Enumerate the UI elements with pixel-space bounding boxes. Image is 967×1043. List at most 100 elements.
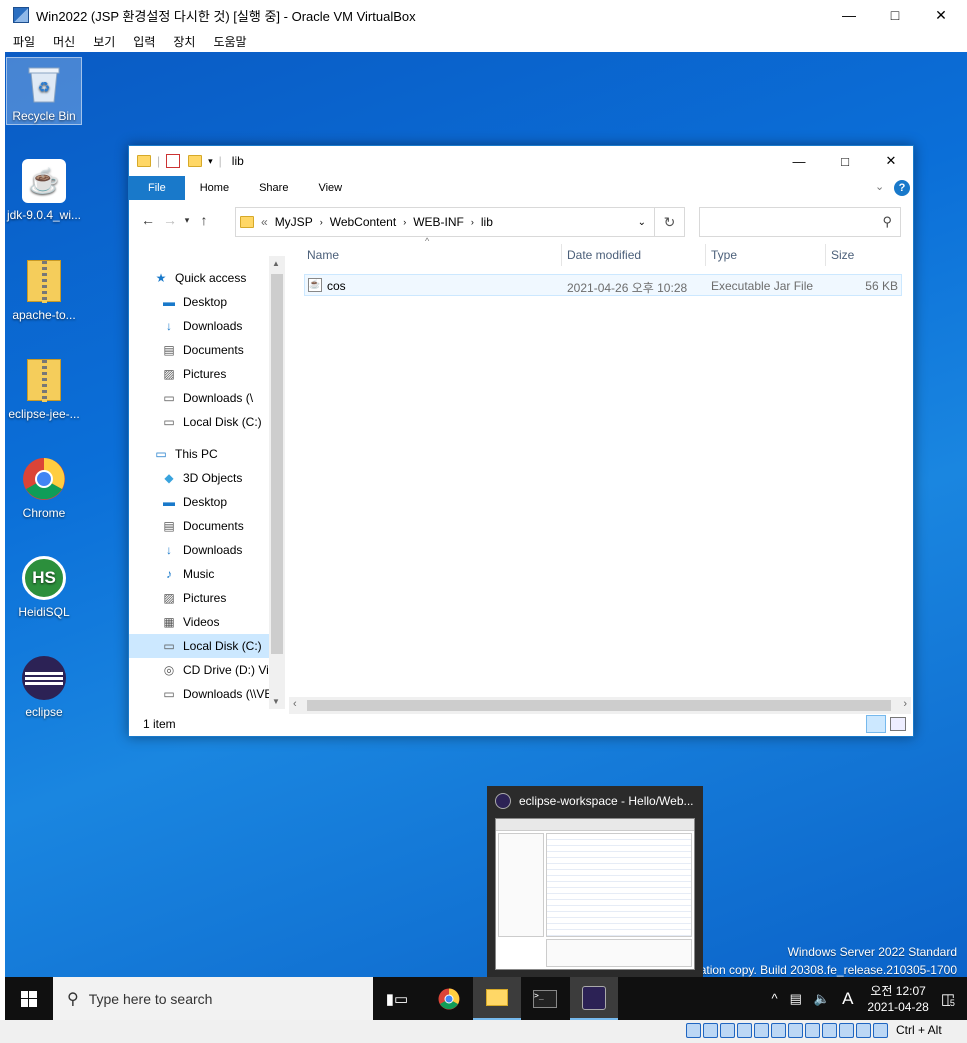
menu-view[interactable]: 보기 [93, 33, 115, 50]
nav-item-pictures[interactable]: ▨Pictures📌 [129, 362, 285, 386]
address-bar[interactable]: « MyJSP › WebContent › WEB-INF › lib ⌄ [235, 207, 655, 237]
nav-item-cd-drive-d-vir[interactable]: ◎ CD Drive (D:) Vir [129, 658, 285, 682]
clock[interactable]: 오전 12:07 2021-04-28 [867, 983, 928, 1015]
horizontal-scrollbar[interactable]: ‹ › [289, 697, 911, 714]
nav-item-this-pc[interactable]: ▭ This PC [129, 442, 285, 466]
nav-item-3d-objects[interactable]: ◆ 3D Objects [129, 466, 285, 490]
maximize-button[interactable]: □ [872, 0, 918, 30]
nav-item-downloads[interactable]: ↓Downloads📌 [129, 314, 285, 338]
desktop-icon-jdk[interactable]: ☕ jdk-9.0.4_wi... [6, 157, 82, 222]
keyboard-icon[interactable] [856, 1023, 871, 1038]
taskbar-file-explorer[interactable] [473, 977, 521, 1020]
maximize-button[interactable]: □ [822, 146, 868, 176]
start-button[interactable] [5, 977, 53, 1020]
file-list: ^ Name Date modified Type Size ☕ cos 202… [289, 236, 911, 700]
new-folder-icon[interactable] [188, 155, 203, 167]
folder-icon [240, 216, 254, 228]
chevron-up-icon[interactable]: ^ [771, 991, 777, 1006]
taskbar-terminal[interactable]: >_ [521, 977, 569, 1020]
taskbar-preview[interactable]: eclipse-workspace - Hello/Web... [487, 786, 703, 978]
close-button[interactable]: ✕ [868, 146, 914, 176]
column-header-type[interactable]: Type [711, 240, 737, 270]
explorer-title-bar: | ▾ | lib — □ ✕ [129, 146, 913, 176]
taskbar-eclipse[interactable] [570, 977, 618, 1020]
column-header-size[interactable]: Size [831, 240, 854, 270]
breadcrumb-lib[interactable]: lib [481, 215, 493, 229]
close-button[interactable]: ✕ [918, 0, 964, 30]
virtualization-icon[interactable] [822, 1023, 837, 1038]
ime-icon[interactable]: A [842, 989, 853, 1009]
column-header-name[interactable]: Name [307, 240, 339, 270]
help-icon[interactable]: ? [894, 180, 910, 196]
large-icons-view-icon[interactable] [890, 717, 906, 731]
usb-icon[interactable] [754, 1023, 769, 1038]
desktop-icon-apache-tomcat[interactable]: apache-to... [6, 257, 82, 322]
nav-item-downloads-ve[interactable]: ▭ Downloads (\\VE [129, 682, 285, 706]
breadcrumb-myjsp[interactable]: MyJSP [275, 215, 313, 229]
nav-item-downloads[interactable]: ↓ Downloads [129, 538, 285, 562]
optical-drive-icon[interactable] [703, 1023, 718, 1038]
menu-input[interactable]: 입력 [133, 33, 155, 50]
chevron-down-icon[interactable]: ▾ [208, 156, 213, 167]
nav-item-local-disk-c[interactable]: ▭ Local Disk (C:) [129, 410, 285, 434]
mouse-integration-icon[interactable] [839, 1023, 854, 1038]
minimize-button[interactable]: — [776, 146, 822, 176]
volume-icon[interactable]: 🔈 [814, 991, 830, 1007]
menu-file[interactable]: 파일 [13, 33, 35, 50]
hard-disk-icon[interactable] [686, 1023, 701, 1038]
tab-share[interactable]: Share [244, 176, 303, 200]
menu-help[interactable]: 도움말 [213, 33, 246, 50]
tab-home[interactable]: Home [185, 176, 244, 200]
nav-item-desktop[interactable]: ▬ Desktop [129, 490, 285, 514]
taskbar-search[interactable]: ⚲ Type here to search [53, 977, 373, 1020]
expand-ribbon-icon[interactable]: ⌄ [875, 180, 884, 193]
taskbar-chrome[interactable] [425, 977, 473, 1020]
desktop-icon-chrome[interactable]: Chrome [6, 455, 82, 520]
properties-icon[interactable] [166, 154, 181, 168]
breadcrumb-webcontent[interactable]: WebContent [330, 215, 397, 229]
nav-item-downloads[interactable]: ▭Downloads (\📌 [129, 386, 285, 410]
breadcrumb-overflow[interactable]: « [261, 215, 268, 229]
tab-view[interactable]: View [303, 176, 357, 200]
menu-devices[interactable]: 장치 [173, 33, 195, 50]
nav-item-music[interactable]: ♪ Music [129, 562, 285, 586]
audio-icon[interactable] [720, 1023, 735, 1038]
desktop-icon-recycle-bin[interactable]: ♻ Recycle Bin [6, 57, 82, 125]
scrollbar-thumb[interactable] [271, 274, 283, 654]
chevron-down-icon[interactable]: ⌄ [638, 217, 646, 228]
nav-item-quick-access[interactable]: ★ Quick access [129, 266, 285, 290]
nav-item-desktop[interactable]: ▬Desktop📌 [129, 290, 285, 314]
scrollbar-thumb[interactable] [307, 700, 891, 711]
recent-locations-icon[interactable]: ▾ [181, 215, 193, 226]
breadcrumb-web-inf[interactable]: WEB-INF [413, 215, 464, 229]
table-row[interactable]: ☕ cos 2021-04-26 오후 10:28 Executable Jar… [304, 274, 902, 296]
task-view-button[interactable]: ▮▭ [373, 977, 421, 1020]
refresh-button[interactable]: ↻ [655, 207, 685, 237]
desktop-icon-eclipse[interactable]: eclipse [6, 654, 82, 719]
nav-item-local-disk-c[interactable]: ▭ Local Disk (C:) [129, 634, 285, 658]
tab-file[interactable]: File [129, 176, 185, 200]
desktop-icon-heidisql[interactable]: HS HeidiSQL [6, 554, 82, 619]
nav-item-videos[interactable]: ▦ Videos [129, 610, 285, 634]
minimize-button[interactable]: — [826, 0, 872, 30]
nav-item-pictures[interactable]: ▨ Pictures [129, 586, 285, 610]
nav-item-cd-drive-d-vi[interactable]: ◎CD Drive (D:) Vi [129, 706, 285, 709]
nav-item-documents[interactable]: ▤ Documents [129, 514, 285, 538]
menu-machine[interactable]: 머신 [53, 33, 75, 50]
notification-icon[interactable]: ◫ 5 [941, 990, 955, 1008]
nav-scrollbar[interactable]: ▲ ▼ [269, 256, 285, 709]
search-input[interactable]: ⚲ [699, 207, 901, 237]
column-header-date[interactable]: Date modified [567, 240, 641, 270]
shared-folders-icon[interactable] [771, 1023, 786, 1038]
display-icon[interactable] [788, 1023, 803, 1038]
up-button[interactable]: ↑ [193, 212, 215, 228]
desktop-icon-eclipse-zip[interactable]: eclipse-jee-... [6, 356, 82, 421]
forward-button[interactable]: → [159, 212, 181, 228]
network-adapter-icon[interactable] [737, 1023, 752, 1038]
details-view-icon[interactable] [866, 715, 886, 733]
arrow-down-icon[interactable] [873, 1023, 888, 1038]
nav-item-documents[interactable]: ▤Documents📌 [129, 338, 285, 362]
back-button[interactable]: ← [137, 212, 159, 228]
network-icon[interactable]: ▤ [790, 991, 802, 1007]
recording-icon[interactable] [805, 1023, 820, 1038]
